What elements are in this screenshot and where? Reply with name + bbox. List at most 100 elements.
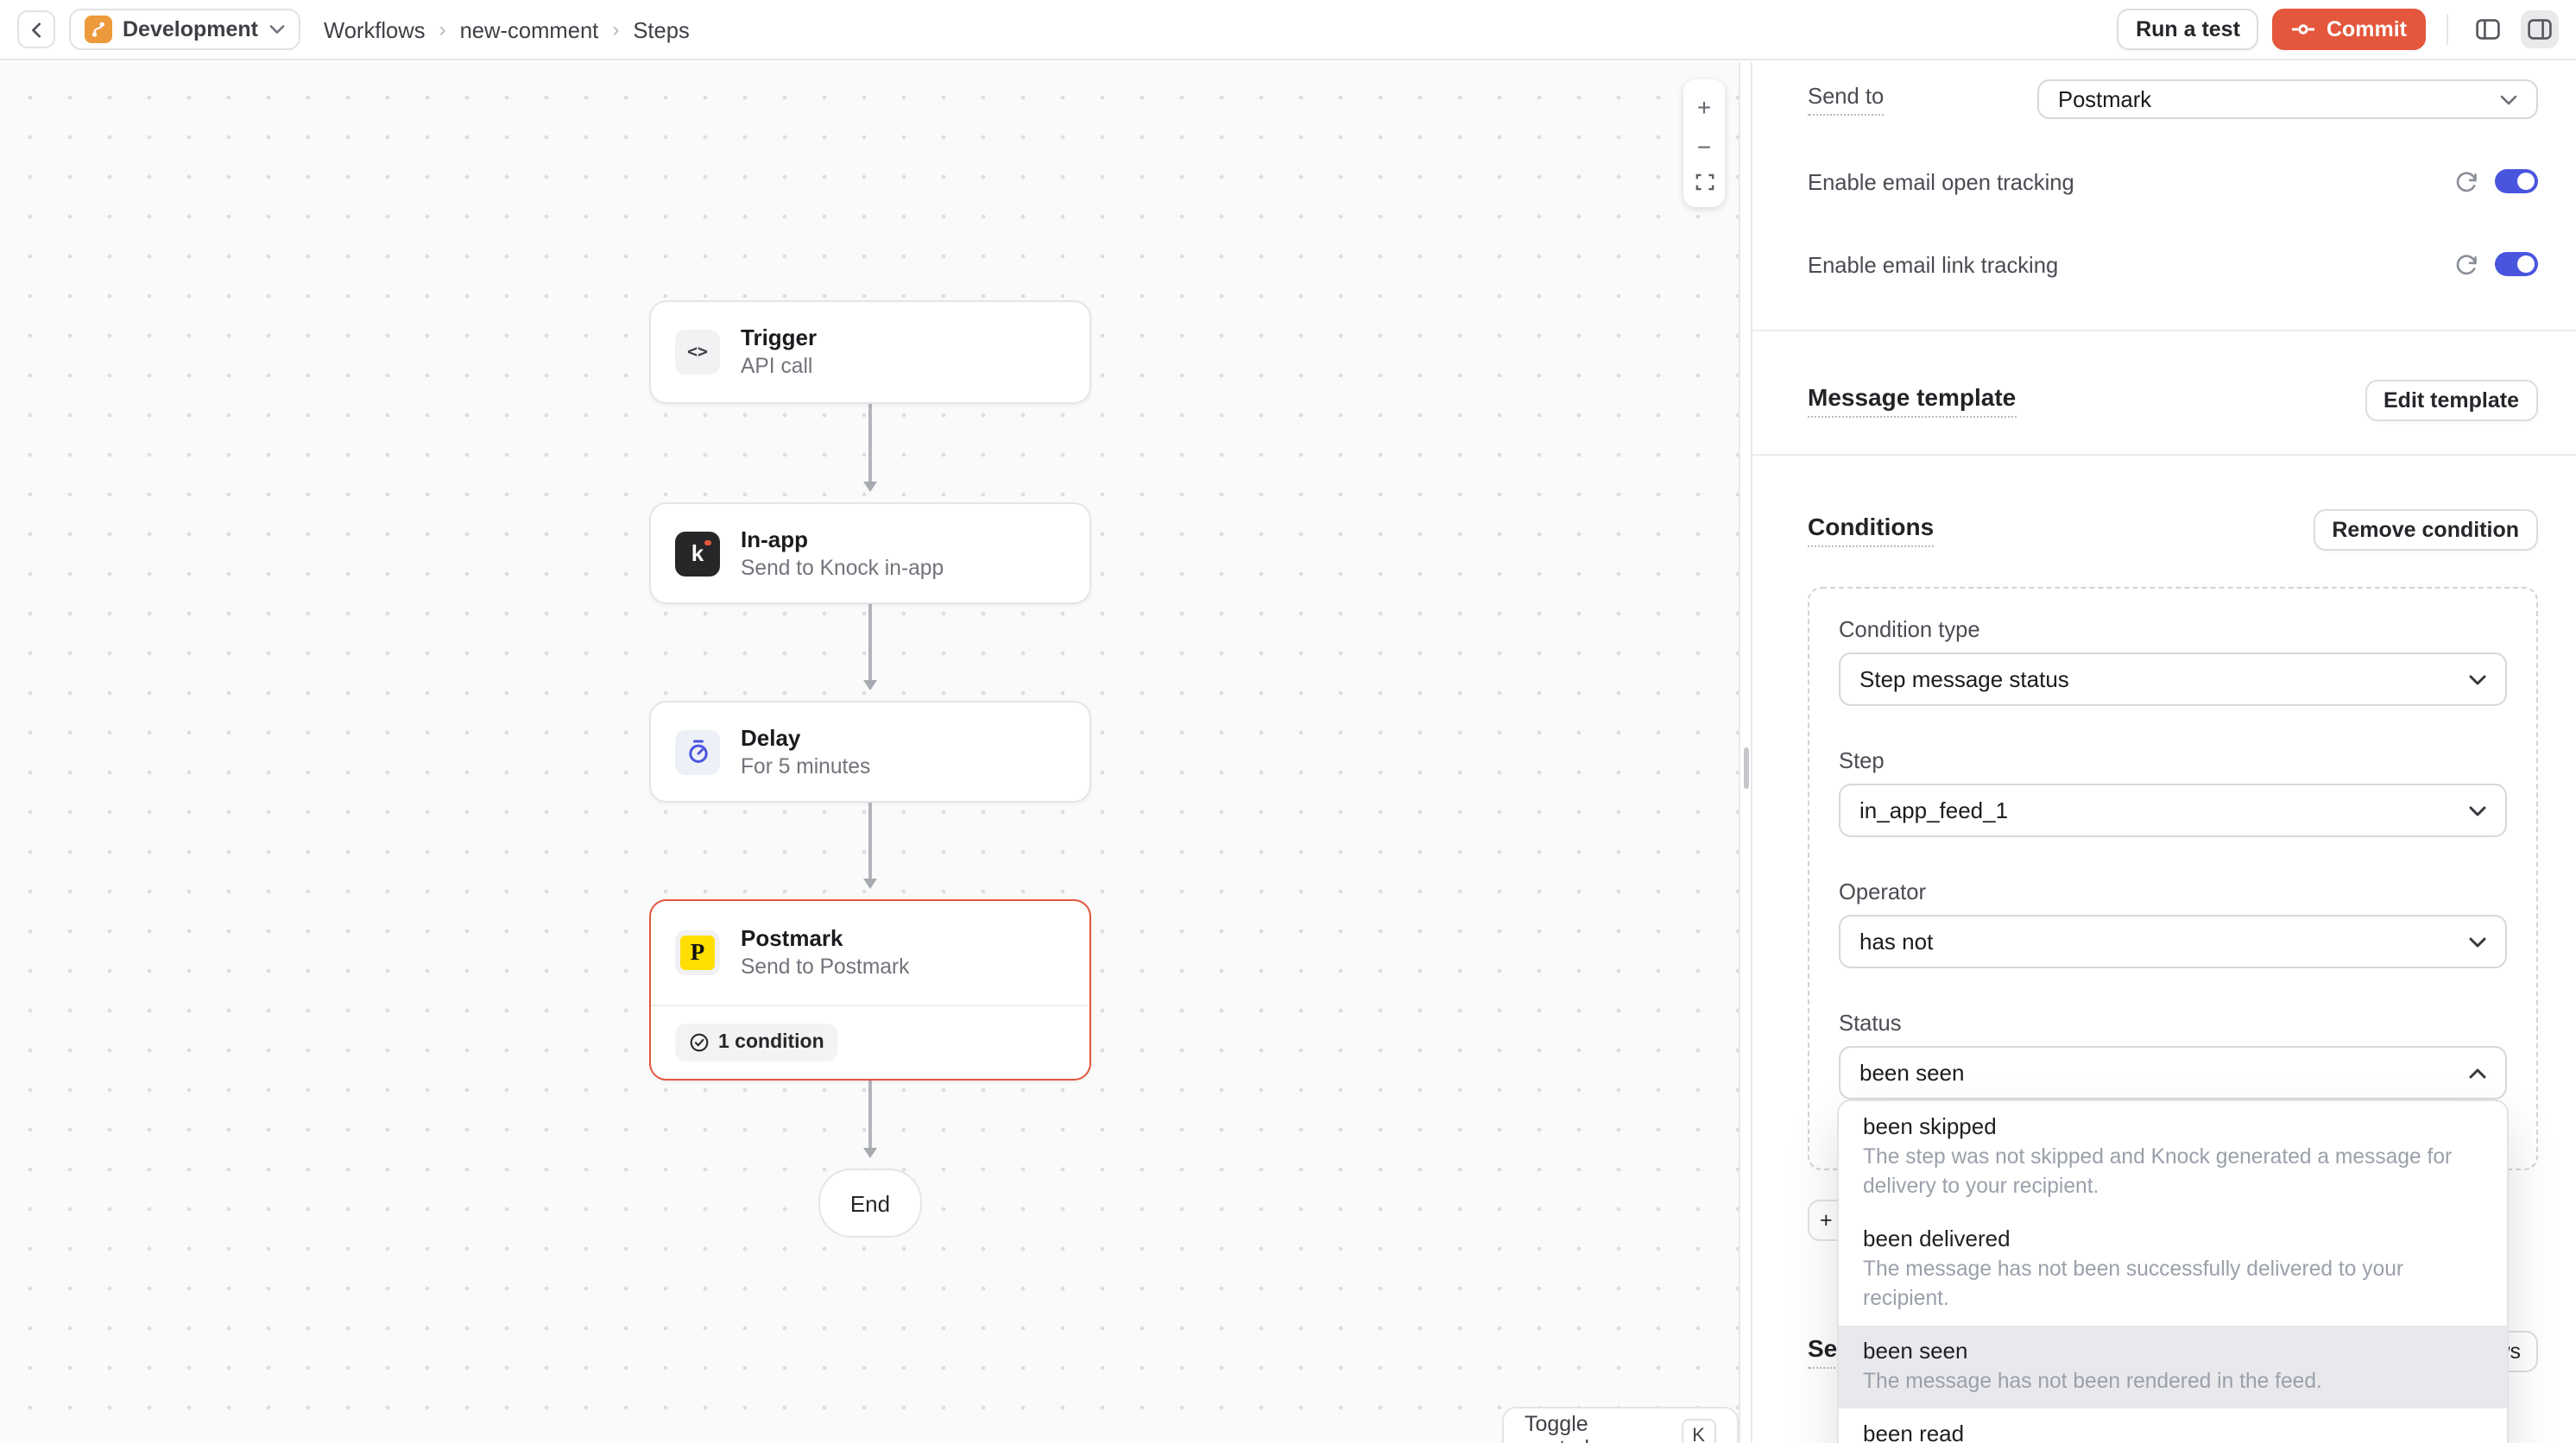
- node-title: Trigger: [741, 325, 817, 350]
- status-option-been-seen[interactable]: been seen The message has not been rende…: [1839, 1326, 2507, 1408]
- fit-view-button[interactable]: [1683, 173, 1725, 192]
- send-to-value: Postmark: [2058, 86, 2151, 112]
- breadcrumb-current-page: Steps: [633, 16, 689, 42]
- left-panel-toggle[interactable]: [2469, 10, 2507, 48]
- knock-dot: [704, 539, 710, 545]
- status-value: been seen: [1859, 1060, 1964, 1086]
- environment-label: Development: [123, 17, 258, 41]
- condition-card: Condition type Step message status Step …: [1808, 587, 2538, 1170]
- right-panel-toggle[interactable]: [2521, 10, 2559, 48]
- toggle-controls-button[interactable]: Toggle controls K: [1502, 1407, 1739, 1443]
- back-button[interactable]: [17, 10, 55, 48]
- link-tracking-label: Enable email link tracking: [1808, 251, 2058, 277]
- reset-icon[interactable]: [2453, 251, 2479, 277]
- option-description: The step was not skipped and Knock gener…: [1863, 1143, 2483, 1201]
- topbar-divider: [2447, 14, 2448, 45]
- toggle-controls-label: Toggle controls: [1525, 1412, 1665, 1443]
- chevron-left-icon: [28, 22, 44, 37]
- panel-left-icon: [2474, 16, 2502, 43]
- breadcrumb-separator: ›: [439, 17, 446, 41]
- chevron-down-icon: [268, 24, 284, 35]
- environment-switcher[interactable]: Development: [69, 9, 300, 50]
- open-tracking-toggle[interactable]: [2495, 169, 2538, 193]
- edge-delay-postmark: [868, 803, 871, 880]
- node-title: Delay: [741, 724, 870, 750]
- fit-view-icon: [1695, 173, 1714, 192]
- workflow-canvas[interactable]: <> Trigger API call k In-app Send to Kno…: [0, 62, 1739, 1443]
- node-subtitle: For 5 minutes: [741, 753, 870, 779]
- chevron-up-icon: [2469, 1068, 2486, 1078]
- step-select[interactable]: in_app_feed_1: [1839, 784, 2507, 837]
- node-subtitle: Send to Knock in-app: [741, 555, 944, 581]
- knock-glyph: k: [691, 540, 704, 566]
- send-to-label: Send to: [1808, 83, 1884, 116]
- run-a-test-button[interactable]: Run a test: [2117, 9, 2259, 50]
- condition-type-select[interactable]: Step message status: [1839, 652, 2507, 706]
- status-select[interactable]: been seen: [1839, 1046, 2507, 1100]
- node-divider: [651, 1005, 1089, 1006]
- section-divider: [1752, 330, 2576, 331]
- send-to-select[interactable]: Postmark: [2037, 79, 2538, 119]
- code-glyph: <>: [687, 343, 708, 362]
- edit-template-button[interactable]: Edit template: [2364, 380, 2538, 421]
- keyboard-shortcut-badge: K: [1681, 1418, 1716, 1443]
- option-label: been delivered: [1863, 1226, 2483, 1251]
- edge-inapp-delay: [868, 604, 871, 682]
- commit-icon: [2292, 22, 2316, 36]
- condition-type-label: Condition type: [1839, 616, 2507, 642]
- zoom-in-button[interactable]: +: [1683, 95, 1725, 119]
- operator-field: Operator has not: [1839, 879, 2507, 968]
- node-title: Postmark: [741, 925, 910, 951]
- step-field: Step in_app_feed_1: [1839, 747, 2507, 837]
- chevron-down-icon: [2469, 936, 2486, 947]
- send-to-row: Send to Postmark: [1808, 79, 2538, 119]
- node-trigger[interactable]: <> Trigger API call: [649, 300, 1091, 404]
- code-icon: <>: [675, 330, 720, 375]
- option-description: The message has not been rendered in the…: [1863, 1367, 2483, 1396]
- option-label: been skipped: [1863, 1113, 2483, 1139]
- edge-trigger-inapp: [868, 404, 871, 483]
- canvas-zoom-controls: + −: [1683, 79, 1725, 207]
- end-label: End: [850, 1190, 890, 1216]
- postmark-icon: P: [675, 930, 720, 975]
- step-label: Step: [1839, 747, 2507, 773]
- status-label: Status: [1839, 1010, 2507, 1036]
- option-label: been seen: [1863, 1338, 2483, 1364]
- node-end[interactable]: End: [818, 1169, 922, 1238]
- breadcrumb-separator: ›: [612, 17, 619, 41]
- link-tracking-toggle[interactable]: [2495, 252, 2538, 276]
- option-description: The message has not been successfully de…: [1863, 1255, 2483, 1314]
- node-subtitle: API call: [741, 354, 817, 380]
- commit-button[interactable]: Commit: [2273, 9, 2426, 50]
- conditions-heading: Conditions: [1808, 513, 1934, 547]
- status-option-been-skipped[interactable]: been skipped The step was not skipped an…: [1839, 1101, 2507, 1213]
- toggle-knob: [2517, 255, 2535, 273]
- open-tracking-row: Enable email open tracking: [1808, 167, 2538, 195]
- top-bar: Development Workflows › new-comment › St…: [0, 0, 2576, 60]
- breadcrumb: Workflows › new-comment › Steps: [324, 16, 690, 42]
- node-delay[interactable]: Delay For 5 minutes: [649, 701, 1091, 803]
- status-option-been-delivered[interactable]: been delivered The message has not been …: [1839, 1213, 2507, 1326]
- scrollbar-thumb[interactable]: [1744, 747, 1749, 789]
- link-tracking-row: Enable email link tracking: [1808, 250, 2538, 278]
- commit-label: Commit: [2327, 17, 2407, 41]
- edge-postmark-end: [868, 1081, 871, 1150]
- breadcrumb-workflow-name[interactable]: new-comment: [460, 16, 599, 42]
- node-postmark[interactable]: P Postmark Send to Postmark 1 condition: [649, 899, 1091, 1081]
- stopwatch-icon: [675, 729, 720, 774]
- remove-condition-button[interactable]: Remove condition: [2313, 509, 2538, 551]
- operator-select[interactable]: has not: [1839, 915, 2507, 968]
- status-field: Status been seen: [1839, 1010, 2507, 1100]
- app-window: Development Workflows › new-comment › St…: [0, 0, 2576, 1443]
- condition-type-value: Step message status: [1859, 666, 2069, 692]
- status-option-been-read[interactable]: been read: [1839, 1408, 2507, 1443]
- condition-count-badge: 1 condition: [675, 1024, 838, 1062]
- reset-icon[interactable]: [2453, 168, 2479, 194]
- breadcrumb-workflows[interactable]: Workflows: [324, 16, 426, 42]
- node-in-app[interactable]: k In-app Send to Knock in-app: [649, 502, 1091, 604]
- zoom-out-button[interactable]: −: [1683, 134, 1725, 158]
- chevron-down-icon: [2500, 94, 2517, 104]
- knock-icon: k: [675, 531, 720, 576]
- panel-scrollbar[interactable]: [1739, 62, 1752, 1443]
- operator-label: Operator: [1839, 879, 2507, 904]
